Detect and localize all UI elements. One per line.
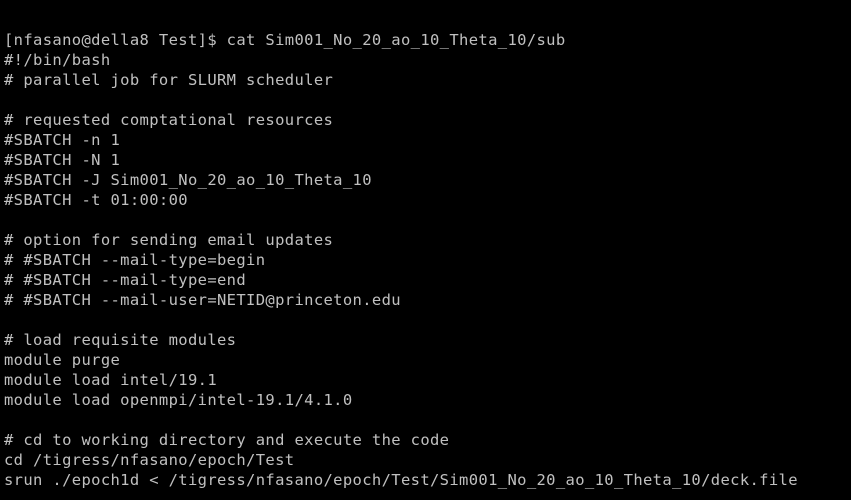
prompt-line: [nfasano@della8 Test]$ cat Sim001_No_20_… <box>4 31 566 49</box>
terminal-window[interactable]: [nfasano@della8 Test]$ cat Sim001_No_20_… <box>0 0 851 500</box>
output-line: #SBATCH -t 01:00:00 <box>4 191 188 209</box>
output-line: #SBATCH -J Sim001_No_20_ao_10_Theta_10 <box>4 171 372 189</box>
output-line: # option for sending email updates <box>4 231 334 249</box>
output-line: srun ./epoch1d < /tigress/nfasano/epoch/… <box>4 471 798 489</box>
output-line: # requested comptational resources <box>4 111 334 129</box>
output-line: module purge <box>4 351 121 369</box>
output-line: #SBATCH -n 1 <box>4 131 121 149</box>
output-line: module load intel/19.1 <box>4 371 217 389</box>
output-line: # #SBATCH --mail-user=NETID@princeton.ed… <box>4 291 401 309</box>
output-line: # cd to working directory and execute th… <box>4 431 450 449</box>
output-line: cd /tigress/nfasano/epoch/Test <box>4 451 295 469</box>
output-line: # #SBATCH --mail-type=begin <box>4 251 266 269</box>
output-line: # #SBATCH --mail-type=end <box>4 271 247 289</box>
output-line: # parallel job for SLURM scheduler <box>4 71 334 89</box>
output-line: #SBATCH -N 1 <box>4 151 121 169</box>
output-line: module load openmpi/intel-19.1/4.1.0 <box>4 391 353 409</box>
output-line: # load requisite modules <box>4 331 237 349</box>
output-line: #!/bin/bash <box>4 51 111 69</box>
